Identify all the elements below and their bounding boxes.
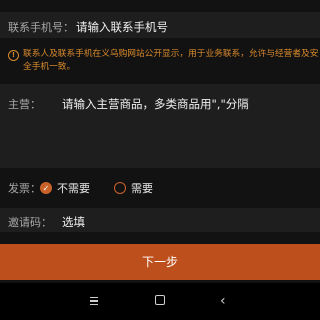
invite-input[interactable]: 选填 <box>62 214 85 230</box>
home-icon <box>155 295 165 305</box>
invoice-option-yes-label: 需要 <box>131 182 153 195</box>
business-field-row: 主营： 请输入主营商品，多类商品用","分隔 <box>0 84 320 168</box>
nav-back-button[interactable]: ‹ <box>212 283 242 320</box>
info-icon: ! <box>8 50 19 61</box>
nav-menu-button[interactable] <box>80 283 110 320</box>
invoice-field-row: 发票： ✓ 不需要 需要 <box>0 176 320 200</box>
invoice-label: 发票： <box>8 182 41 195</box>
invoice-option-yes[interactable]: 需要 <box>114 180 153 196</box>
notice-text: 联系人及联系手机在义乌购网站公开显示，用于业务联系，允许与经营者及安全手机一致。 <box>23 49 319 72</box>
invite-field-row: 邀请码： 选填 <box>0 208 320 232</box>
back-icon: ‹ <box>220 293 226 309</box>
phone-input[interactable]: 请输入联系手机号 <box>76 19 168 35</box>
business-textarea[interactable]: 请输入主营商品，多类商品用","分隔 <box>62 96 249 112</box>
invoice-option-no[interactable]: ✓ 不需要 <box>40 180 90 196</box>
radio-checked-icon: ✓ <box>40 182 52 194</box>
business-label: 主营： <box>8 98 41 111</box>
invite-label: 邀请码： <box>8 216 52 229</box>
radio-unchecked-icon <box>114 182 126 194</box>
phone-field-row: 联系手机号： 请输入联系手机号 <box>0 12 320 38</box>
menu-icon <box>90 297 98 305</box>
phone-label: 联系手机号： <box>8 21 74 34</box>
next-step-button[interactable]: 下一步 <box>0 244 320 280</box>
invoice-option-no-label: 不需要 <box>57 182 90 195</box>
system-nav-bar: ‹ <box>0 283 320 320</box>
nav-home-button[interactable] <box>145 283 175 320</box>
